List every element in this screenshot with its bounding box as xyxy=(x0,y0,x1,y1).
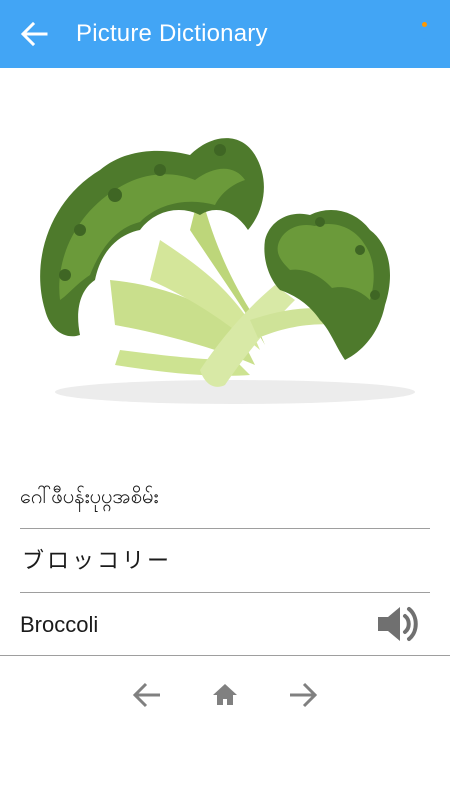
menu-dot xyxy=(421,30,427,35)
volume-icon xyxy=(378,607,418,641)
app-title: Picture Dictionary xyxy=(76,20,268,47)
home-icon xyxy=(213,684,237,705)
word-picture xyxy=(20,110,430,410)
overflow-menu-button[interactable] xyxy=(418,22,430,48)
next-word-button[interactable] xyxy=(286,678,320,712)
word-row-english: Broccoli xyxy=(20,592,430,656)
back-button[interactable] xyxy=(18,20,50,48)
menu-dot xyxy=(421,22,427,27)
app-bar: Picture Dictionary xyxy=(0,0,450,68)
japanese-word: ブロッコリー xyxy=(22,547,173,573)
more-vert-icon xyxy=(418,22,430,43)
word-row-myanmar: ဂေါ်ဖီပန်းပုပ္ဂအစိမ်း xyxy=(20,464,430,528)
home-button[interactable] xyxy=(208,678,242,712)
myanmar-word: ဂေါ်ဖီပန်းပုပ္ဂအစိမ်း xyxy=(20,484,159,508)
previous-word-button[interactable] xyxy=(130,678,164,712)
bottom-divider xyxy=(0,655,450,656)
arrow-left-icon xyxy=(20,21,48,47)
arrow-left-icon xyxy=(132,682,160,708)
play-audio-button[interactable] xyxy=(374,599,424,649)
word-row-japanese: ブロッコリー xyxy=(20,528,430,592)
english-word: Broccoli xyxy=(20,611,99,637)
broccoli-image xyxy=(40,138,415,404)
menu-dot xyxy=(421,38,427,43)
arrow-right-icon xyxy=(290,682,318,708)
